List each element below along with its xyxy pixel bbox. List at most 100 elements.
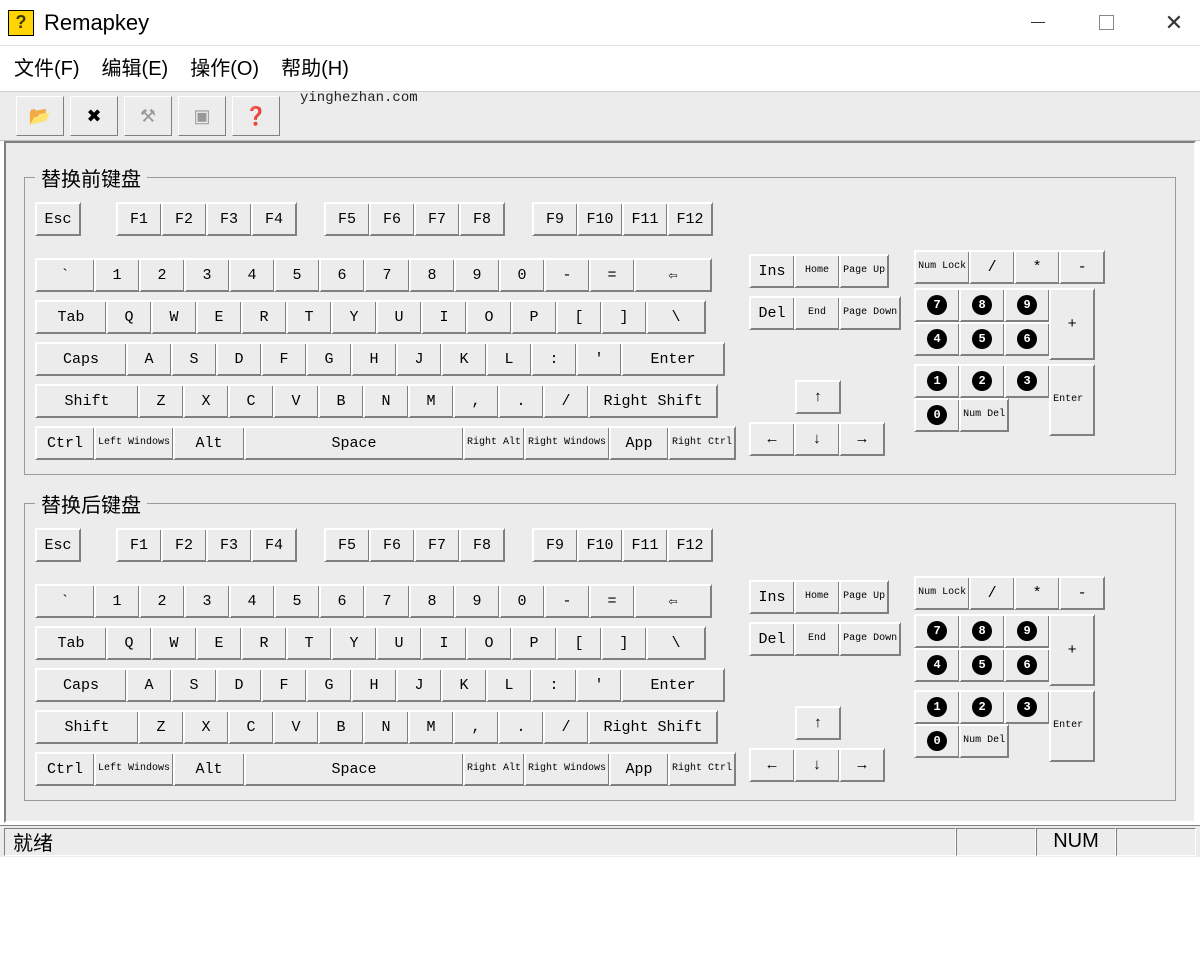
key-lshift[interactable]: Shift — [35, 710, 139, 744]
key-bksp[interactable]: ⇦ — [634, 258, 712, 292]
menu-ops[interactable]: 操作(O) — [190, 52, 259, 81]
key-pgup[interactable]: Page Up — [839, 254, 889, 288]
key-app[interactable]: App — [609, 426, 669, 460]
key-n4[interactable]: 4 — [229, 258, 275, 292]
key-n2[interactable]: 2 — [139, 584, 185, 618]
key-rwin[interactable]: Right Windows — [524, 426, 610, 460]
key-f8[interactable]: F8 — [459, 528, 505, 562]
key-kp2[interactable]: 2 — [959, 364, 1005, 398]
key-kpenter[interactable]: Enter — [1049, 364, 1095, 436]
key-p[interactable]: P — [511, 626, 557, 660]
key-f5[interactable]: F5 — [324, 528, 370, 562]
key-q[interactable]: Q — [106, 300, 152, 334]
key-h[interactable]: H — [351, 342, 397, 376]
key-kpminus[interactable]: - — [1059, 250, 1105, 284]
key-u[interactable]: U — [376, 626, 422, 660]
key-d[interactable]: D — [216, 342, 262, 376]
key-minus[interactable]: - — [544, 258, 590, 292]
key-scol[interactable]: : — [531, 668, 577, 702]
key-slash[interactable]: / — [543, 384, 589, 418]
key-m[interactable]: M — [408, 710, 454, 744]
key-bslash[interactable]: \ — [646, 626, 706, 660]
key-rctrl[interactable]: Right Ctrl — [668, 426, 736, 460]
key-kp5[interactable]: 5 — [959, 322, 1005, 356]
key-kp6[interactable]: 6 — [1004, 648, 1050, 682]
key-h[interactable]: H — [351, 668, 397, 702]
key-space[interactable]: Space — [244, 426, 464, 460]
key-x[interactable]: X — [183, 384, 229, 418]
key-del[interactable]: Del — [749, 622, 795, 656]
key-f7[interactable]: F7 — [414, 528, 460, 562]
key-lbr[interactable]: [ — [556, 626, 602, 660]
key-rwin[interactable]: Right Windows — [524, 752, 610, 786]
key-n9[interactable]: 9 — [454, 584, 500, 618]
key-r[interactable]: R — [241, 300, 287, 334]
key-i[interactable]: I — [421, 626, 467, 660]
key-i[interactable]: I — [421, 300, 467, 334]
key-e[interactable]: E — [196, 300, 242, 334]
key-ins[interactable]: Ins — [749, 254, 795, 288]
key-n3[interactable]: 3 — [184, 258, 230, 292]
key-z[interactable]: Z — [138, 384, 184, 418]
key-n[interactable]: N — [363, 710, 409, 744]
key-l[interactable]: L — [486, 668, 532, 702]
key-n9[interactable]: 9 — [454, 258, 500, 292]
key-kp6[interactable]: 6 — [1004, 322, 1050, 356]
key-d[interactable]: D — [216, 668, 262, 702]
key-q[interactable]: Q — [106, 626, 152, 660]
key-f10[interactable]: F10 — [577, 202, 623, 236]
key-bslash[interactable]: \ — [646, 300, 706, 334]
key-kp1[interactable]: 1 — [914, 364, 960, 398]
key-t[interactable]: T — [286, 300, 332, 334]
key-j[interactable]: J — [396, 342, 442, 376]
key-t[interactable]: T — [286, 626, 332, 660]
tool-help[interactable]: ❓ — [232, 96, 280, 136]
key-c[interactable]: C — [228, 710, 274, 744]
key-rbr[interactable]: ] — [601, 626, 647, 660]
key-left[interactable]: ← — [749, 422, 795, 456]
key-n6[interactable]: 6 — [319, 258, 365, 292]
key-rshift[interactable]: Right Shift — [588, 384, 718, 418]
key-ins[interactable]: Ins — [749, 580, 795, 614]
key-lctrl[interactable]: Ctrl — [35, 752, 95, 786]
key-kp7[interactable]: 7 — [914, 288, 960, 322]
key-g[interactable]: G — [306, 342, 352, 376]
key-m[interactable]: M — [408, 384, 454, 418]
key-l[interactable]: L — [486, 342, 532, 376]
key-kpslash[interactable]: / — [969, 576, 1015, 610]
key-y[interactable]: Y — [331, 626, 377, 660]
key-kpplus[interactable]: + — [1049, 288, 1095, 360]
key-f1[interactable]: F1 — [116, 202, 162, 236]
key-c[interactable]: C — [228, 384, 274, 418]
key-f3[interactable]: F3 — [206, 528, 252, 562]
key-s[interactable]: S — [171, 342, 217, 376]
key-n2[interactable]: 2 — [139, 258, 185, 292]
key-v[interactable]: V — [273, 384, 319, 418]
key-quot[interactable]: ' — [576, 342, 622, 376]
key-f11[interactable]: F11 — [622, 202, 668, 236]
key-u[interactable]: U — [376, 300, 422, 334]
key-kp0[interactable]: 0 — [914, 398, 960, 432]
key-kpminus[interactable]: - — [1059, 576, 1105, 610]
key-f12[interactable]: F12 — [667, 528, 713, 562]
key-app[interactable]: App — [609, 752, 669, 786]
menu-edit[interactable]: 编辑(E) — [102, 52, 169, 81]
key-pgdn[interactable]: Page Down — [839, 296, 901, 330]
key-home[interactable]: Home — [794, 254, 840, 288]
key-f11[interactable]: F11 — [622, 528, 668, 562]
key-kpplus[interactable]: + — [1049, 614, 1095, 686]
key-caps[interactable]: Caps — [35, 342, 127, 376]
key-n1[interactable]: 1 — [94, 584, 140, 618]
key-w[interactable]: W — [151, 626, 197, 660]
key-numlock[interactable]: Num Lock — [914, 250, 970, 284]
key-f[interactable]: F — [261, 342, 307, 376]
key-f12[interactable]: F12 — [667, 202, 713, 236]
key-k[interactable]: K — [441, 668, 487, 702]
key-f4[interactable]: F4 — [251, 202, 297, 236]
tool-open[interactable]: 📂 — [16, 96, 64, 136]
key-n0[interactable]: 0 — [499, 584, 545, 618]
maximize-button[interactable] — [1088, 5, 1124, 41]
key-f10[interactable]: F10 — [577, 528, 623, 562]
key-kp1[interactable]: 1 — [914, 690, 960, 724]
key-f5[interactable]: F5 — [324, 202, 370, 236]
